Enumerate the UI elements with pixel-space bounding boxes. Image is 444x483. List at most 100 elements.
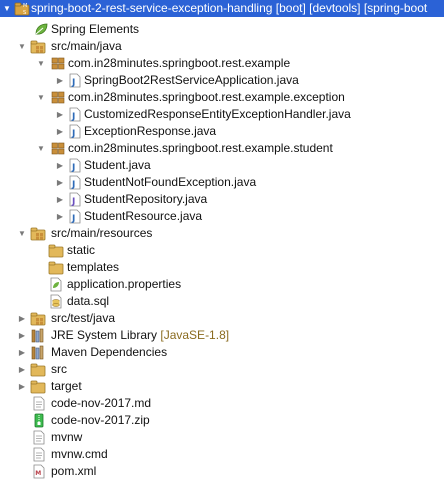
tree-label: application.properties <box>67 277 182 291</box>
source-folder-icon <box>30 312 46 326</box>
tree-row-jre-system-library[interactable]: ▶ JRE System Library [JavaSE-1.8] <box>0 327 444 344</box>
java-file-icon: J <box>69 175 81 190</box>
tree-label: src <box>51 362 67 376</box>
collapsed-chevron-icon[interactable]: ▶ <box>55 106 65 123</box>
tree-label: src/main/resources <box>51 226 153 240</box>
expanded-chevron-icon[interactable]: ▼ <box>17 38 27 55</box>
collapsed-chevron-icon[interactable]: ▶ <box>55 191 65 208</box>
tree-row-application-properties[interactable]: application.properties <box>0 276 444 293</box>
tree-label: target <box>51 379 82 393</box>
tree-label: CustomizedResponseEntityExceptionHandler… <box>84 107 351 121</box>
tree-row-student[interactable]: ▶ J Student.java <box>0 157 444 174</box>
java-file-icon: J <box>69 73 81 88</box>
collapsed-chevron-icon[interactable]: ▶ <box>55 157 65 174</box>
package-icon <box>51 142 65 155</box>
project-decorations: [boot] [devtools] [spring-boot <box>275 1 428 15</box>
tree-label: templates <box>67 260 120 274</box>
properties-file-icon <box>50 277 62 292</box>
java-interface-file-icon: J <box>69 192 81 207</box>
expanded-chevron-icon[interactable]: ▼ <box>36 140 46 157</box>
tree-row-mvnw[interactable]: mvnw <box>0 429 444 446</box>
tree-row-code-zip[interactable]: code-nov-2017.zip <box>0 412 444 429</box>
tree-label: mvnw.cmd <box>51 447 108 461</box>
expanded-chevron-icon[interactable]: ▼ <box>2 0 12 17</box>
collapsed-chevron-icon[interactable]: ▶ <box>55 208 65 225</box>
folder-icon <box>48 244 64 258</box>
library-icon <box>31 328 44 343</box>
tree-row-data-sql[interactable]: data.sql <box>0 293 444 310</box>
folder-icon <box>48 261 64 275</box>
jre-version-decoration: [JavaSE-1.8] <box>160 328 230 342</box>
tree-row-src-main-resources[interactable]: ▼ src/main/resources <box>0 225 444 242</box>
tree-label: JRE System Library <box>51 328 158 342</box>
collapsed-chevron-icon[interactable]: ▶ <box>17 310 27 327</box>
tree-row-studentresource[interactable]: ▶ J StudentResource.java <box>0 208 444 225</box>
tree-row-mvnw-cmd[interactable]: mvnw.cmd <box>0 446 444 463</box>
folder-icon <box>30 380 46 394</box>
tree-label: StudentRepository.java <box>84 192 208 206</box>
collapsed-chevron-icon[interactable]: ▶ <box>55 123 65 140</box>
source-folder-icon <box>30 227 46 241</box>
text-file-icon <box>33 447 45 462</box>
tree-row-src[interactable]: ▶ src <box>0 361 444 378</box>
text-file-icon <box>33 396 45 411</box>
svg-text:J: J <box>71 78 75 88</box>
tree-row-package-example[interactable]: ▼ com.in28minutes.springboot.rest.exampl… <box>0 55 444 72</box>
java-file-icon: J <box>69 158 81 173</box>
expanded-chevron-icon[interactable]: ▼ <box>36 89 46 106</box>
svg-text:J: J <box>71 112 75 122</box>
tree-label: pom.xml <box>51 464 97 478</box>
tree-label: StudentResource.java <box>84 209 203 223</box>
tree-row-customizedresponseentityexceptionhandler[interactable]: ▶ J CustomizedResponseEntityExceptionHan… <box>0 106 444 123</box>
tree-row-maven-dependencies[interactable]: ▶ Maven Dependencies <box>0 344 444 361</box>
project-icon: M S <box>14 2 30 16</box>
tree-row-studentrepository[interactable]: ▶ J StudentRepository.java <box>0 191 444 208</box>
collapsed-chevron-icon[interactable]: ▶ <box>17 327 27 344</box>
java-file-icon: J <box>69 209 81 224</box>
tree-row-pom-xml[interactable]: M pom.xml <box>0 463 444 480</box>
tree-label: src/test/java <box>51 311 116 325</box>
collapsed-chevron-icon[interactable]: ▶ <box>17 344 27 361</box>
source-folder-icon <box>30 40 46 54</box>
tree-row-target[interactable]: ▶ target <box>0 378 444 395</box>
spring-elements-icon <box>35 23 48 35</box>
tree-label: src/main/java <box>51 39 122 53</box>
collapsed-chevron-icon[interactable]: ▶ <box>55 174 65 191</box>
tree-row-src-test-java[interactable]: ▶ src/test/java <box>0 310 444 327</box>
tree-label: code-nov-2017.md <box>51 396 152 410</box>
tree-row-static[interactable]: static <box>0 242 444 259</box>
java-file-icon: J <box>69 107 81 122</box>
tree-row-springboot2restserviceapplication[interactable]: ▶ J SpringBoot2RestServiceApplication.ja… <box>0 72 444 89</box>
folder-icon <box>30 363 46 377</box>
svg-text:J: J <box>71 197 75 207</box>
zip-file-icon <box>34 413 44 428</box>
tree-row-exceptionresponse[interactable]: ▶ J ExceptionResponse.java <box>0 123 444 140</box>
library-icon <box>31 345 44 360</box>
tree-label: Maven Dependencies <box>51 345 168 359</box>
collapsed-chevron-icon[interactable]: ▶ <box>55 72 65 89</box>
tree-label: ExceptionResponse.java <box>84 124 217 138</box>
collapsed-chevron-icon[interactable]: ▶ <box>17 378 27 395</box>
tree-label: data.sql <box>67 294 110 308</box>
tree-label: Spring Elements <box>51 22 140 36</box>
xml-file-icon: M <box>33 464 45 479</box>
expanded-chevron-icon[interactable]: ▼ <box>36 55 46 72</box>
tree-row-templates[interactable]: templates <box>0 259 444 276</box>
tree-row-src-main-java[interactable]: ▼ src/main/java <box>0 38 444 55</box>
tree-row-spring-elements[interactable]: Spring Elements <box>0 21 444 38</box>
tree-label: com.in28minutes.springboot.rest.example.… <box>68 141 333 155</box>
expanded-chevron-icon[interactable]: ▼ <box>17 225 27 242</box>
tree-label: SpringBoot2RestServiceApplication.java <box>84 73 299 87</box>
collapsed-chevron-icon[interactable]: ▶ <box>17 361 27 378</box>
tree-row-package-student[interactable]: ▼ com.in28minutes.springboot.rest.exampl… <box>0 140 444 157</box>
tree-label: mvnw <box>51 430 83 444</box>
svg-text:J: J <box>71 129 75 139</box>
svg-text:M: M <box>23 3 27 9</box>
tree-row-code-md[interactable]: code-nov-2017.md <box>0 395 444 412</box>
tree-row-project[interactable]: ▼ M S spring-boot-2-rest-service-excepti… <box>0 0 444 17</box>
tree-label: Student.java <box>84 158 151 172</box>
tree-label: com.in28minutes.springboot.rest.example <box>68 56 291 70</box>
tree-row-package-exception[interactable]: ▼ com.in28minutes.springboot.rest.exampl… <box>0 89 444 106</box>
tree-label: static <box>67 243 96 257</box>
tree-row-studentnotfoundexception[interactable]: ▶ J StudentNotFoundException.java <box>0 174 444 191</box>
